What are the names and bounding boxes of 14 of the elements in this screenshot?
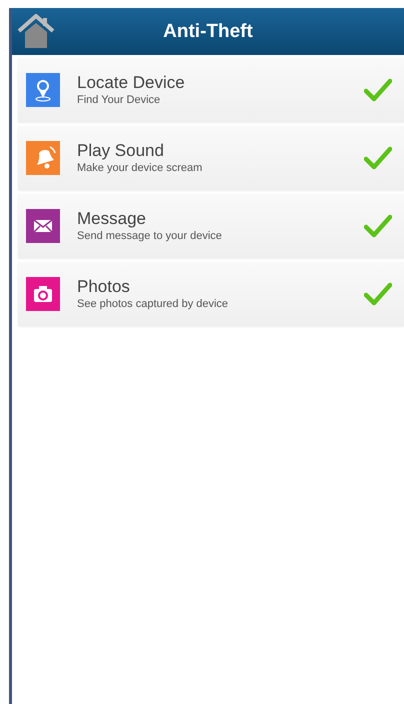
item-subtitle: Find Your Device bbox=[77, 92, 162, 108]
menu-item[interactable]: Message Send message to your device bbox=[18, 194, 404, 258]
menu-item[interactable]: Play Sound Make your device scream bbox=[18, 126, 404, 190]
menu-item[interactable]: Photos See photos captured by device bbox=[18, 262, 404, 326]
item-title: Message bbox=[77, 208, 147, 228]
home-icon[interactable] bbox=[16, 12, 56, 50]
item-subtitle: Send message to your device bbox=[77, 228, 223, 244]
item-title: Photos bbox=[77, 276, 131, 296]
screen-title: Anti-Theft bbox=[163, 20, 253, 42]
item-title: Locate Device bbox=[77, 72, 186, 92]
menu-item[interactable]: Locate Device Find Your Device bbox=[18, 58, 404, 122]
item-subtitle: Make your device scream bbox=[77, 160, 204, 176]
item-title: Play Sound bbox=[77, 140, 165, 160]
item-subtitle: See photos captured by device bbox=[77, 296, 230, 312]
